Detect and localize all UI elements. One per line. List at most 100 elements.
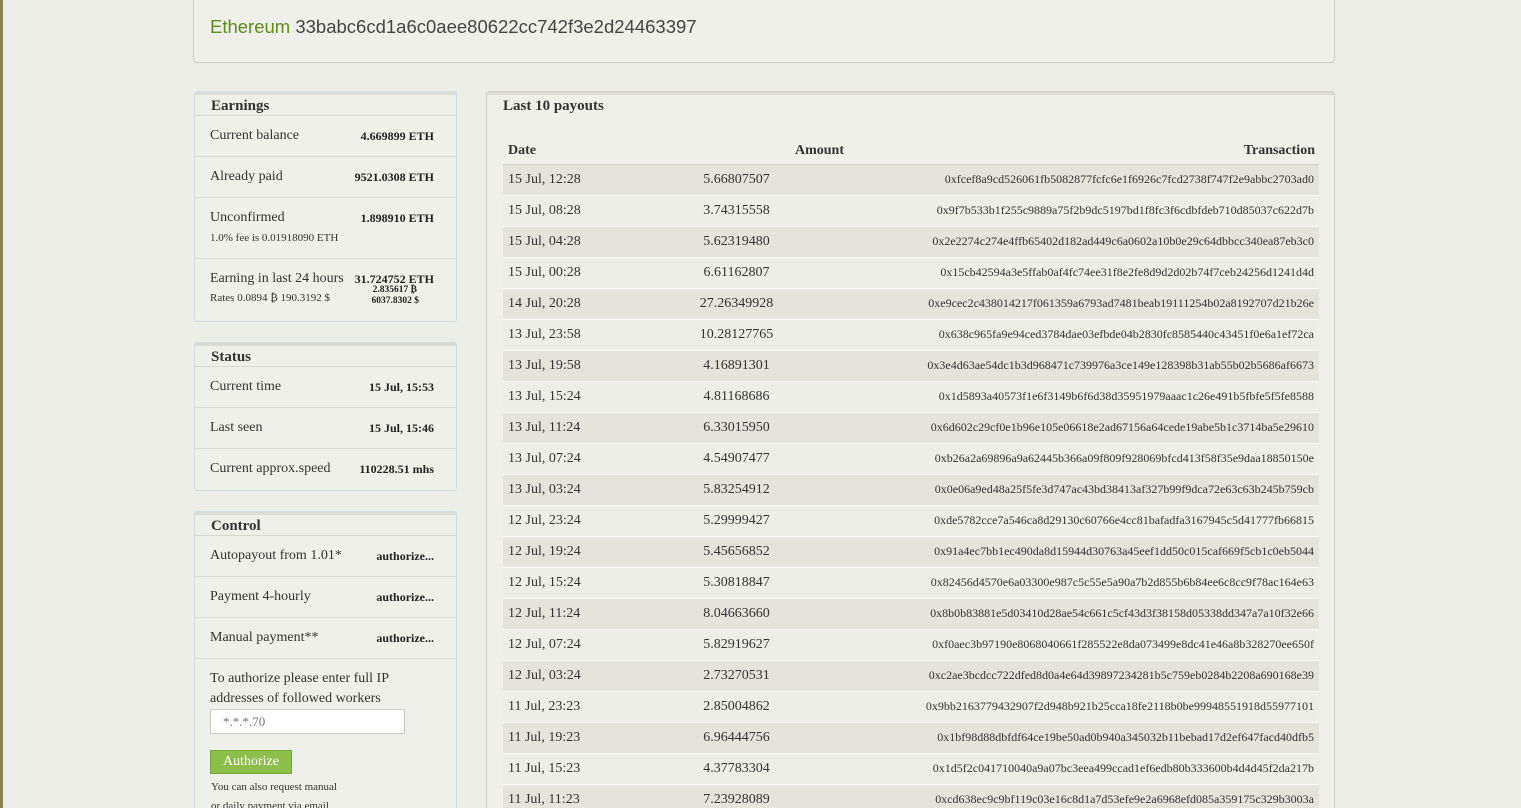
last-seen-label: Last seen	[210, 420, 263, 435]
payout-transaction-link[interactable]: 0x638c965fa9e94ced3784dae03efbde04b2830f…	[844, 319, 1319, 351]
payouts-title: Last 10 payouts	[487, 92, 1334, 116]
payouts-header-row: Date Amount Transaction	[503, 138, 1319, 165]
table-row: 13 Jul, 15:24 4.81168686 0x1d5893a40573f1e…	[503, 381, 1319, 413]
unconfirmed-row: Unconfirmed 1.898910 ETH 1.0% fee is 0.0…	[195, 198, 456, 259]
payout-transaction-link[interactable]: 0x0e06a9ed48a25f5fe3d747ac43bd38413af327…	[844, 474, 1319, 506]
payout-transaction-link[interactable]: 0xc2ae3bcdcc722dfed8d0a4e64d39897234281b…	[844, 660, 1319, 692]
account-header: Ethereum 33babc6cd1a6c0aee80622cc742f3e2…	[193, 0, 1335, 63]
status-panel: Status Current time 15 Jul, 15:53 Last s…	[194, 342, 457, 491]
payout-amount: 5.66807507	[629, 164, 845, 196]
payout-date: 11 Jul, 11:23	[503, 784, 629, 808]
payout-date: 15 Jul, 04:28	[503, 226, 629, 258]
payout-amount: 4.37783304	[629, 753, 845, 785]
table-row: 15 Jul, 00:28 6.61162807 0x15cb42594a3e5ff…	[503, 257, 1319, 289]
payment-hourly-authorize-link[interactable]: authorize...	[376, 590, 434, 605]
payout-amount: 2.73270531	[629, 660, 845, 692]
last24-usd: 6037.8302 $	[371, 296, 420, 306]
already-paid-value: 9521.0308 ETH	[354, 170, 434, 184]
payout-amount: 3.74315558	[629, 195, 845, 227]
current-time-label: Current time	[210, 379, 282, 394]
current-balance-row: Current balance 4.669899 ETH	[195, 116, 456, 157]
autopayout-authorize-link[interactable]: authorize...	[376, 549, 434, 564]
payouts-table-body: 15 Jul, 12:28 5.66807507 0xfcef8a9cd526061…	[503, 164, 1319, 808]
payout-transaction-link[interactable]: 0x1bf98d88dbfdf64ce19be50ad0b940a345032b…	[844, 722, 1319, 754]
payout-transaction-link[interactable]: 0x9f7b533b1f255c9889a75f2b9dc5197bd1f8fc…	[844, 195, 1319, 227]
auth-note-line2: or daily payment via email	[211, 800, 329, 808]
unconfirmed-label: Unconfirmed	[210, 210, 285, 225]
payout-date: 13 Jul, 07:24	[503, 443, 629, 475]
payout-date: 13 Jul, 11:24	[503, 412, 629, 444]
table-row: 12 Jul, 07:24 5.82919627 0xf0aec3b97190e80…	[503, 629, 1319, 661]
auth-instructions: To authorize please enter full IP addres…	[210, 671, 389, 706]
authorize-section: To authorize please enter full IP addres…	[195, 659, 456, 808]
payout-amount: 10.28127765	[629, 319, 845, 351]
payout-date: 12 Jul, 11:24	[503, 598, 629, 630]
control-panel: Control Autopayout from 1.01* authorize.…	[194, 511, 457, 808]
authorize-button[interactable]: Authorize	[210, 750, 292, 774]
window-edge	[0, 0, 3, 808]
already-paid-label: Already paid	[210, 169, 283, 184]
payout-transaction-link[interactable]: 0x9bb2163779432907f2d948b921b25cca18fe21…	[844, 691, 1319, 723]
current-balance-label: Current balance	[210, 128, 300, 143]
payout-transaction-link[interactable]: 0x2e2274c274e4ffb65402d182ad449c6a0602a1…	[844, 226, 1319, 258]
payout-transaction-link[interactable]: 0x91a4ec7bb1ec490da8d15944d30763a45eef1d…	[844, 536, 1319, 568]
current-time-value: 15 Jul, 15:53	[368, 380, 434, 394]
payout-amount: 5.82919627	[629, 629, 845, 661]
last-seen-row: Last seen 15 Jul, 15:46	[195, 408, 456, 449]
earnings-title: Earnings	[195, 92, 456, 116]
payout-amount: 2.85004862	[629, 691, 845, 723]
payout-date: 15 Jul, 08:28	[503, 195, 629, 227]
payout-transaction-link[interactable]: 0xb26a2a69896a9a62445b366a09f809f928069b…	[844, 443, 1319, 475]
table-row: 13 Jul, 07:24 4.54907477 0xb26a2a69896a9a6…	[503, 443, 1319, 475]
payout-date: 11 Jul, 19:23	[503, 722, 629, 754]
table-row: 11 Jul, 23:23 2.85004862 0x9bb216377943290…	[503, 691, 1319, 723]
payout-transaction-link[interactable]: 0xcd638ec9c9bf119c03e16c8d1a7d53efe9e2a6…	[844, 784, 1319, 808]
payout-amount: 4.16891301	[629, 350, 845, 382]
payout-transaction-link[interactable]: 0x8b0b83881e5d03410d28ae54c661c5cf43d3f3…	[844, 598, 1319, 630]
payout-date: 13 Jul, 03:24	[503, 474, 629, 506]
payout-date: 13 Jul, 23:58	[503, 319, 629, 351]
payout-transaction-link[interactable]: 0xf0aec3b97190e8068040661f285522e8da0734…	[844, 629, 1319, 661]
auth-note: You can also request manual or daily pay…	[211, 778, 411, 808]
payout-transaction-link[interactable]: 0x3e4d63ae54dc1b3d968471c739976a3ce149e1…	[844, 350, 1319, 382]
payouts-table: Date Amount Transaction 15 Jul, 12:28 5.6…	[503, 138, 1319, 808]
payout-amount: 5.30818847	[629, 567, 845, 599]
auth-note-line1: You can also request manual	[211, 781, 337, 793]
table-row: 11 Jul, 11:23 7.23928089 0xcd638ec9c9bf119…	[503, 784, 1319, 808]
manual-payment-authorize-link[interactable]: authorize...	[376, 631, 434, 646]
payout-amount: 27.26349928	[629, 288, 845, 320]
payout-amount: 5.45656852	[629, 536, 845, 568]
payout-amount: 6.96444756	[629, 722, 845, 754]
unconfirmed-value: 1.898910 ETH	[360, 211, 434, 225]
payout-date: 12 Jul, 07:24	[503, 629, 629, 661]
payout-transaction-link[interactable]: 0xfcef8a9cd526061fb5082877fcfc6e1f6926c7…	[844, 164, 1319, 196]
table-row: 12 Jul, 23:24 5.29999427 0xde5782cce7a546c…	[503, 505, 1319, 537]
payout-amount: 6.61162807	[629, 257, 845, 289]
coin-name: Ethereum	[210, 16, 291, 37]
payout-amount: 7.23928089	[629, 784, 845, 808]
speed-value: 110228.51 mhs	[359, 462, 434, 476]
payment-hourly-row: Payment 4-hourly authorize...	[195, 577, 456, 618]
payout-transaction-link[interactable]: 0x1d5f2c041710040a9a07bc3eea499ccad1ef6e…	[844, 753, 1319, 785]
payout-transaction-link[interactable]: 0x6d602c29cf0e1b96e105e06618e2ad67156a64…	[844, 412, 1319, 444]
table-row: 12 Jul, 11:24 8.04663660 0x8b0b83881e5d034…	[503, 598, 1319, 630]
payouts-panel: Last 10 payouts Date Amount Transaction …	[486, 91, 1335, 808]
fee-note: 1.0% fee is 0.01918090 ETH	[210, 232, 339, 244]
payout-transaction-link[interactable]: 0xde5782cce7a546ca8d29130c60766e4cc81baf…	[844, 505, 1319, 537]
payout-transaction-link[interactable]: 0x15cb42594a3e5ffab0af4fc74ee31f8e2fe8d9…	[844, 257, 1319, 289]
manual-payment-row: Manual payment** authorize...	[195, 618, 456, 659]
speed-row: Current approx.speed 110228.51 mhs	[195, 449, 456, 490]
payout-amount: 6.33015950	[629, 412, 845, 444]
ip-address-input[interactable]	[210, 709, 405, 734]
rates-note: Rates 0.0894 ₿ 190.3192 $	[210, 292, 331, 304]
payout-transaction-link[interactable]: 0x1d5893a40573f1e6f3149b6f6d38d35951979a…	[844, 381, 1319, 413]
payout-amount: 5.62319480	[629, 226, 845, 258]
payout-transaction-link[interactable]: 0xe9cec2c438014217f061359a6793ad7481beab…	[844, 288, 1319, 320]
table-row: 12 Jul, 03:24 2.73270531 0xc2ae3bcdcc722df…	[503, 660, 1319, 692]
page-title: Ethereum 33babc6cd1a6c0aee80622cc742f3e2…	[210, 16, 697, 38]
wallet-address: 33babc6cd1a6c0aee80622cc742f3e2d24463397	[295, 16, 697, 37]
payout-date: 12 Jul, 19:24	[503, 536, 629, 568]
payout-transaction-link[interactable]: 0x82456d4570e6a03300e987c5c55e5a90a7b2d8…	[844, 567, 1319, 599]
table-row: 12 Jul, 15:24 5.30818847 0x82456d4570e6a03…	[503, 567, 1319, 599]
payout-date: 12 Jul, 15:24	[503, 567, 629, 599]
